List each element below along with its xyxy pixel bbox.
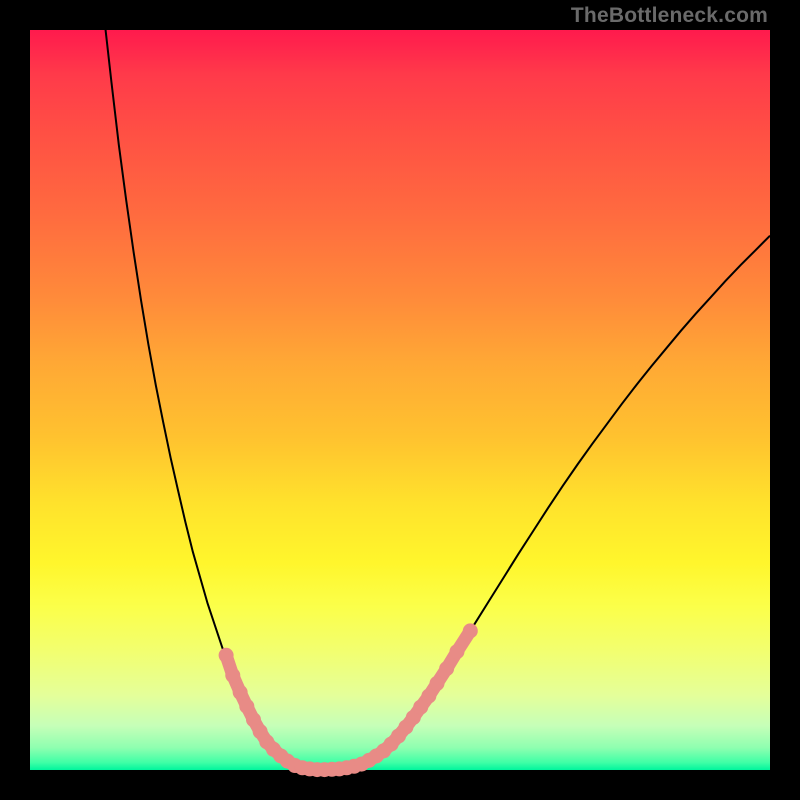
curve-right: [319, 236, 770, 770]
watermark-text: TheBottleneck.com: [571, 4, 768, 28]
marker-dot: [219, 648, 234, 663]
marker-dot: [449, 644, 464, 659]
marker-group: [219, 623, 478, 777]
marker-dot: [421, 689, 436, 704]
marker-dot: [225, 668, 240, 683]
curve-svg: [30, 30, 770, 770]
marker-dot: [239, 699, 254, 714]
plot-area: [30, 30, 770, 770]
marker-dot: [463, 623, 478, 638]
marker-dot: [233, 685, 248, 700]
curve-left: [105, 23, 319, 770]
chart-frame: TheBottleneck.com: [0, 0, 800, 800]
marker-dot: [439, 661, 454, 676]
marker-dot: [430, 676, 445, 691]
